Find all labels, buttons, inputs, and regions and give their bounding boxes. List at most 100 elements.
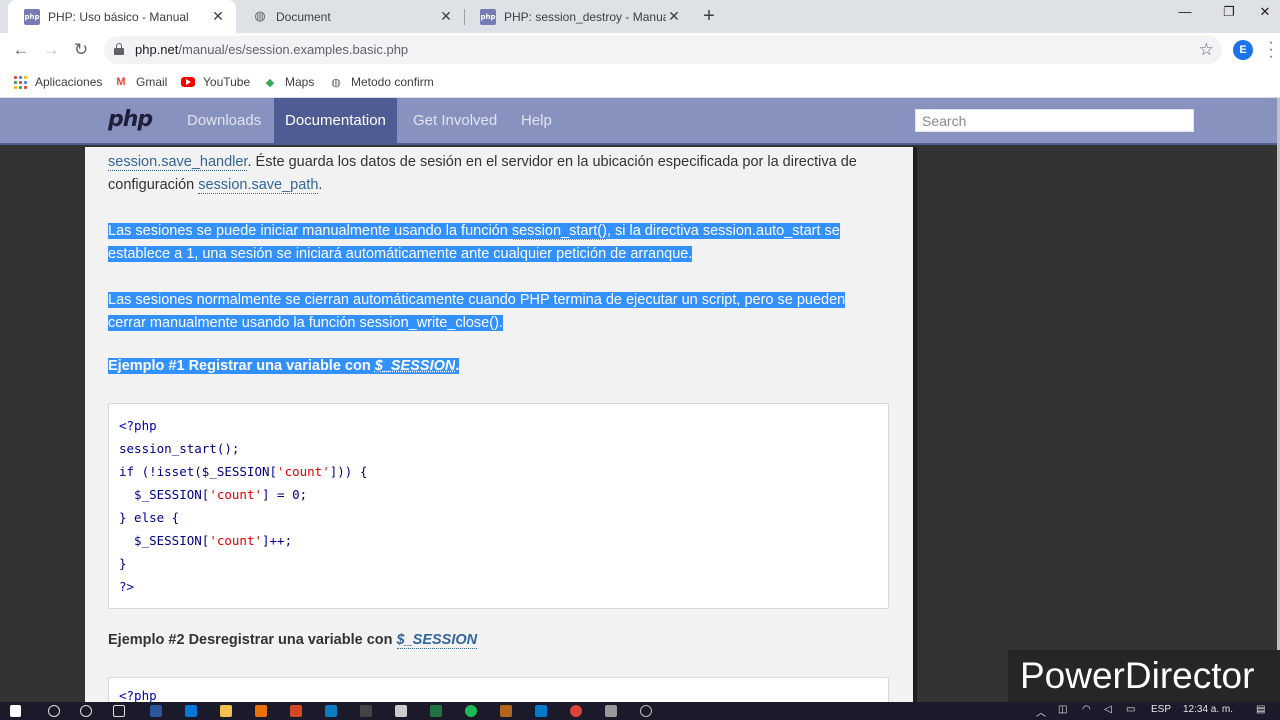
restore-icon[interactable]: ❐ [1206,4,1252,26]
firefox-icon[interactable] [255,705,267,717]
bookmark-maps[interactable]: ◆ Maps [263,73,315,91]
youtube-icon [181,75,195,89]
new-tab-button[interactable]: + [698,6,720,28]
back-icon[interactable]: ← [10,39,32,61]
code-line: $_SESSION['count']++; [119,533,293,548]
tab-document[interactable]: ◍ Document ✕ [236,0,464,33]
store-icon[interactable] [395,705,407,717]
language-indicator[interactable]: ESP [1151,704,1171,715]
php-favicon-icon: php [24,8,40,25]
profile-avatar[interactable]: E [1233,40,1253,60]
gmail-icon: M [116,76,126,88]
bookmark-aplicaciones[interactable]: Aplicaciones [13,73,102,91]
vscode-icon[interactable] [535,705,547,717]
url-text: php.net/manual/es/session.examples.basic… [135,42,409,57]
volume-icon[interactable]: ◁ [1104,704,1112,715]
bookmark-star-icon[interactable]: ☆ [1199,40,1214,60]
bookmark-metodo-confirm[interactable]: ◍ Metodo confirm [329,73,434,91]
code-example-1: <?php session_start(); if (!isset($_SESS… [108,403,889,609]
link-save-path[interactable]: session.save_path [198,177,319,194]
tab-php-uso-basico[interactable]: php PHP: Uso básico - Manual ✕ [8,0,236,33]
reload-icon[interactable]: ↻ [70,39,92,61]
network-icon[interactable]: ◫ [1058,704,1067,715]
link-session-var[interactable]: $_SESSION [374,358,456,374]
battery-icon[interactable]: ▭ [1126,704,1135,715]
close-icon[interactable]: ✕ [666,8,682,25]
sublime-icon[interactable] [500,705,512,717]
globe-icon: ◍ [331,76,341,89]
word-icon[interactable] [150,705,162,717]
chrome-icon[interactable] [570,705,582,717]
search-input[interactable] [915,109,1194,132]
paragraph-save-handler: session.save_handler. Éste guarda los da… [108,154,857,194]
example-2-title: Ejemplo #2 Desregistrar una variable con… [108,632,478,649]
code-line: } [119,556,127,571]
close-icon[interactable]: ✕ [210,8,226,25]
window-close-icon[interactable]: ✕ [1250,4,1280,26]
file-explorer-icon[interactable] [220,705,232,717]
nav-documentation[interactable]: Documentation [274,98,397,143]
bookmark-gmail[interactable]: M Gmail [114,73,167,91]
web-page: php Downloads Documentation Get Involved… [0,98,1280,702]
code-example-2: <?php [108,677,889,702]
powerpoint-icon[interactable] [290,705,302,717]
wifi-icon[interactable]: ◠ [1082,704,1091,715]
php-favicon-icon: php [480,8,496,25]
bookmarks-bar: Aplicaciones M Gmail YouTube ◆ Maps ◍ Me… [0,67,1280,98]
manual-content: session.save_handler. Éste guarda los da… [85,147,913,702]
nav-downloads[interactable]: Downloads [176,98,272,143]
spotify-icon[interactable] [465,705,477,717]
app-icon[interactable] [605,705,617,717]
nav-get-involved[interactable]: Get Involved [402,98,508,143]
clock[interactable]: 12:34 a. m. [1183,704,1233,715]
terminal-icon[interactable] [360,705,372,717]
globe-icon: ◍ [254,9,266,24]
nav-help[interactable]: Help [510,98,563,143]
obs-icon[interactable] [640,705,652,717]
windows-start-icon[interactable] [10,705,21,717]
paragraph-session-start: Las sesiones se puede iniciar manualment… [108,223,840,262]
bookmark-youtube[interactable]: YouTube [181,73,250,91]
windows-taskbar: ︿ ◫ ◠ ◁ ▭ ESP 12:34 a. m. ▤ [0,702,1280,720]
example-1-title: Ejemplo #1 Registrar una variable con $_… [108,358,460,374]
edge-icon[interactable] [185,705,197,717]
bookmark-label: Gmail [136,75,168,89]
lock-icon [114,43,124,55]
browser-toolbar: ← → ↻ php.net/manual/es/session.examples… [0,33,1280,67]
link-session-var[interactable]: $_SESSION [396,632,478,649]
tab-strip: php PHP: Uso básico - Manual ✕ ◍ Documen… [0,0,1280,33]
minimize-icon[interactable]: — [1162,4,1208,26]
tab-title: PHP: Uso básico - Manual [48,9,189,24]
task-view-icon[interactable] [113,705,125,717]
code-line: <?php [119,688,157,702]
notifications-icon[interactable]: ▤ [1256,704,1265,715]
close-icon[interactable]: ✕ [438,8,454,25]
search-icon[interactable] [48,705,60,717]
address-bar[interactable]: php.net/manual/es/session.examples.basic… [104,36,1222,64]
forward-icon[interactable]: → [40,39,62,61]
tab-title: PHP: session_destroy - Manual [504,9,666,24]
powerdirector-watermark: PowerDirector [1008,650,1280,702]
mail-icon[interactable] [325,705,337,717]
bookmark-label: Metodo confirm [351,75,434,89]
code-line: } else { [119,510,180,525]
bookmark-label: Maps [285,75,315,89]
tab-title: Document [276,9,331,24]
bookmark-label: YouTube [203,75,251,89]
php-navbar: php Downloads Documentation Get Involved… [0,98,1277,145]
code-line: <?php [119,418,157,433]
tray-chevron-icon[interactable]: ︿ [1036,704,1046,719]
cortana-icon[interactable] [80,705,92,717]
sidebar [917,147,1280,702]
link-save-handler[interactable]: session.save_handler [108,154,248,171]
link-session-start[interactable]: session_start() [511,223,607,240]
tab-session-destroy[interactable]: php PHP: session_destroy - Manual ✕ [464,0,692,33]
code-line: ?> [119,579,135,594]
menu-icon[interactable]: · · · [1266,35,1276,65]
apps-icon [13,75,27,89]
code-line: $_SESSION['count'] = 0; [119,487,308,502]
paragraph-session-close: Las sesiones normalmente se cierran auto… [108,292,846,331]
excel-icon[interactable] [430,705,442,717]
maps-icon: ◆ [265,76,275,89]
php-logo[interactable]: php [108,107,153,132]
